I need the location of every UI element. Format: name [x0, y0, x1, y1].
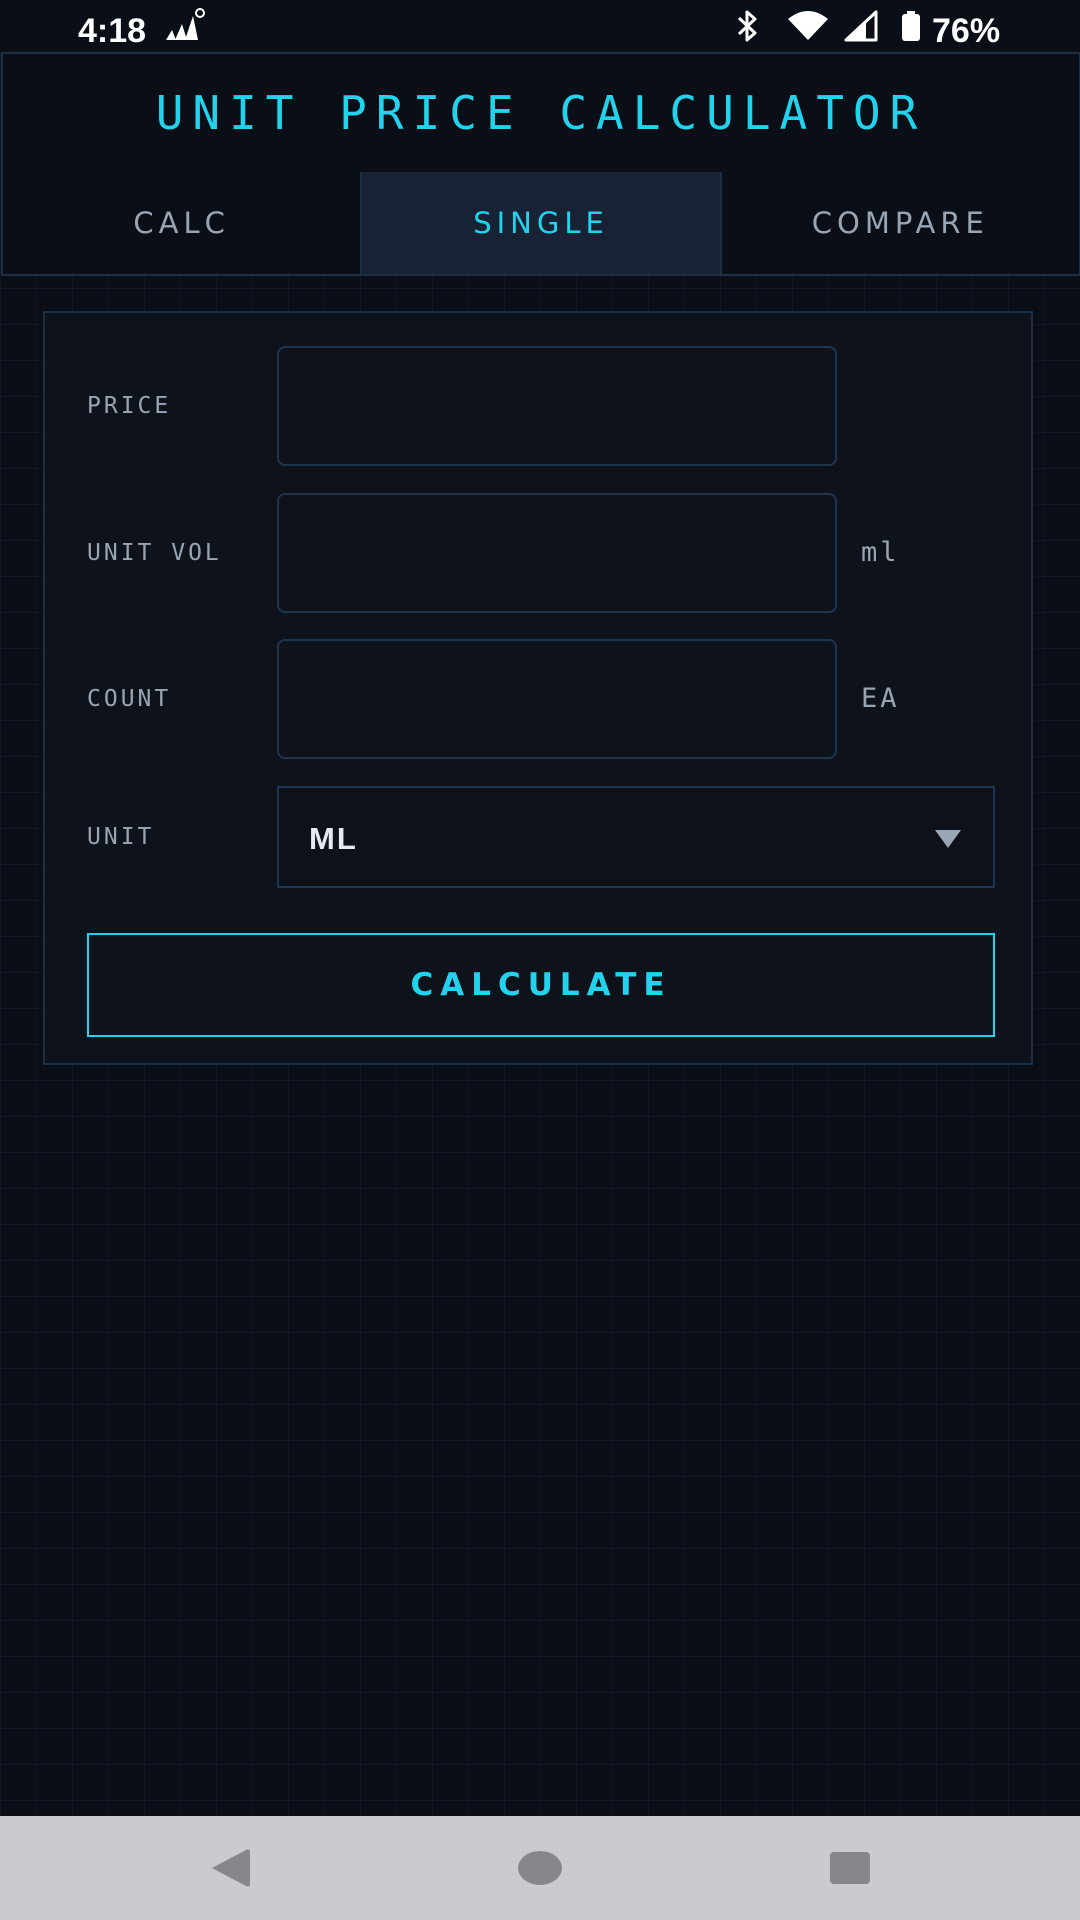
- unit-label: UNIT: [87, 824, 155, 850]
- recents-icon[interactable]: [790, 1816, 910, 1920]
- wifi-icon: [784, 0, 832, 52]
- unit-vol-input[interactable]: [277, 493, 837, 613]
- status-time: 4:18: [78, 12, 147, 50]
- unit-select-value: ML: [309, 821, 358, 856]
- back-icon[interactable]: [170, 1816, 290, 1920]
- page-title: UNIT PRICE CALCULATOR: [155, 86, 927, 140]
- unit-vol-label: UNIT VOL: [87, 540, 222, 566]
- home-icon[interactable]: [480, 1816, 600, 1920]
- signal-activity-icon: [162, 0, 206, 52]
- cell-signal-icon: [842, 0, 882, 52]
- app-header: UNIT PRICE CALCULATOR: [1, 52, 1080, 174]
- count-label: COUNT: [87, 686, 172, 712]
- tab-calc[interactable]: CALC: [3, 172, 363, 274]
- single-form-card: PRICE UNIT VOL ml COUNT EA UNIT ML CALCU…: [43, 311, 1033, 1065]
- count-suffix: EA: [861, 683, 900, 714]
- tab-single[interactable]: SINGLE: [362, 172, 722, 274]
- tab-bar: CALC SINGLE COMPARE: [1, 172, 1080, 276]
- count-input[interactable]: [277, 639, 837, 759]
- bluetooth-icon: [730, 0, 766, 52]
- price-input[interactable]: [277, 346, 837, 466]
- chevron-down-icon: [935, 830, 961, 848]
- system-nav-bar: [0, 1816, 1080, 1920]
- unit-vol-suffix: ml: [861, 537, 900, 568]
- calculate-button[interactable]: CALCULATE: [87, 933, 995, 1037]
- price-label: PRICE: [87, 393, 172, 419]
- status-bar: 4:18 76%: [0, 0, 1080, 52]
- battery-percent: 76%: [932, 12, 1001, 50]
- battery-icon: [898, 0, 924, 52]
- unit-select[interactable]: ML: [277, 786, 995, 888]
- tab-compare[interactable]: COMPARE: [722, 172, 1079, 274]
